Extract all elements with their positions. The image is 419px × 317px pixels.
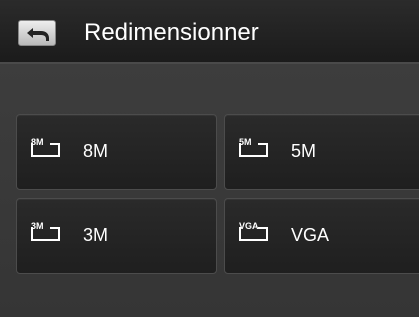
resolution-8m-icon: 8M (31, 137, 63, 165)
option-label: 3M (83, 225, 109, 245)
option-label: VGA (291, 225, 330, 245)
header-bar: Redimensionner (0, 0, 419, 64)
resolution-3m-icon: 3M (31, 221, 63, 249)
resolution-icon-top (50, 227, 60, 229)
resolution-icon-frame (239, 227, 268, 241)
option-5m-button[interactable]: 5M 5M (224, 114, 419, 190)
option-label: 8M (83, 141, 109, 161)
resolution-icon-top (50, 143, 60, 145)
resolution-vga-icon: VGA (239, 221, 271, 249)
option-vga-button[interactable]: VGA VGA (224, 198, 419, 274)
resize-options-panel: 8M 8M 5M 5M 3M 3M VGA VGA (0, 64, 419, 317)
option-8m-button[interactable]: 8M 8M (16, 114, 217, 190)
option-label: 5M (291, 141, 317, 161)
page-title: Redimensionner (84, 19, 259, 46)
resolution-icon-frame (31, 227, 60, 241)
resolution-icon-top (258, 227, 268, 229)
resolution-icon-top (258, 143, 268, 145)
resolution-5m-icon: 5M (239, 137, 271, 165)
resolution-icon-frame (239, 143, 268, 157)
option-3m-button[interactable]: 3M 3M (16, 198, 217, 274)
back-arrow-icon (27, 28, 49, 41)
resolution-icon-frame (31, 143, 60, 157)
back-button[interactable] (18, 20, 56, 46)
